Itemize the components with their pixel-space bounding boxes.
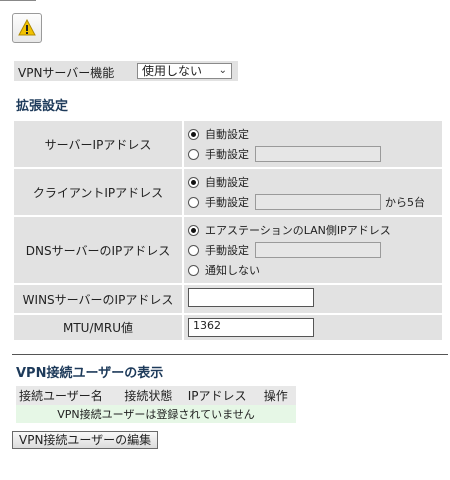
vpn-server-label: VPNサーバー機能 [18, 66, 115, 80]
mtu-input[interactable]: 1362 [188, 318, 314, 337]
client-ip-label: クライアントIPアドレス [12, 167, 184, 217]
dns-label: DNSサーバーのIPアドレス [12, 215, 184, 285]
vpn-users-title: VPN接続ユーザーの表示 [16, 366, 164, 381]
column-header-user-name: 接続ユーザー名 [16, 386, 122, 405]
wins-input[interactable] [188, 288, 314, 307]
column-header-status: 接続状態 [121, 386, 185, 405]
dns-none-label: 通知しない [205, 264, 260, 277]
warning-button[interactable] [12, 13, 42, 43]
top-edge-line [0, 0, 36, 1]
dns-manual-label: 手動設定 [205, 244, 249, 257]
vpn-server-select-value: 使用しない [142, 64, 203, 78]
column-header-ip-address: IPアドレス [184, 386, 261, 405]
section-divider [12, 354, 448, 355]
chevron-down-icon: ⌄ [218, 65, 227, 76]
mtu-label: MTU/MRU値 [12, 313, 184, 342]
server-ip-manual-label: 手動設定 [205, 148, 249, 161]
dns-options: エアステーションのLAN側IPアドレス 手動設定 通知しない [182, 215, 444, 285]
server-ip-auto-label: 自動設定 [205, 128, 249, 141]
column-header-action: 操作 [260, 386, 296, 405]
client-ip-options: 自動設定 手動設定 から5台 [182, 167, 444, 217]
server-ip-manual-radio[interactable] [188, 148, 199, 160]
dns-manual-radio[interactable] [188, 244, 199, 256]
extended-settings-title: 拡張設定 [16, 99, 69, 114]
vpn-server-select[interactable]: 使用しない ⌄ [137, 63, 232, 79]
dns-lan-radio[interactable] [188, 224, 199, 236]
dns-manual-input[interactable] [255, 242, 381, 258]
mtu-cell: 1362 [182, 313, 444, 342]
dns-none-radio[interactable] [188, 264, 199, 276]
server-ip-label: サーバーIPアドレス [12, 119, 184, 169]
edit-vpn-users-button[interactable]: VPN接続ユーザーの編集 [12, 431, 159, 449]
server-ip-options: 自動設定 手動設定 [182, 119, 444, 169]
extended-settings-table: サーバーIPアドレス 自動設定 手動設定 クライアントIPアドレス 自動設定 手… [12, 119, 444, 342]
vpn-server-row: VPNサーバー機能 使用しない ⌄ [14, 61, 238, 81]
dns-lan-label: エアステーションのLAN側IPアドレス [205, 224, 391, 237]
server-ip-manual-input[interactable] [255, 146, 381, 162]
wins-label: WINSサーバーのIPアドレス [12, 283, 184, 315]
client-ip-auto-label: 自動設定 [205, 176, 249, 189]
client-ip-auto-radio[interactable] [188, 176, 199, 188]
warning-triangle-icon [18, 19, 36, 36]
client-ip-manual-radio[interactable] [188, 196, 199, 208]
wins-cell [182, 283, 444, 315]
server-ip-auto-radio[interactable] [188, 128, 199, 140]
vpn-users-empty-message: VPN接続ユーザーは登録されていません [16, 405, 296, 423]
client-ip-manual-input[interactable] [255, 194, 381, 210]
vpn-users-table: 接続ユーザー名 接続状態 IPアドレス 操作 VPN接続ユーザーは登録されていま… [16, 386, 296, 423]
client-ip-manual-label: 手動設定 [205, 196, 249, 209]
client-ip-count-suffix: から5台 [385, 196, 425, 209]
